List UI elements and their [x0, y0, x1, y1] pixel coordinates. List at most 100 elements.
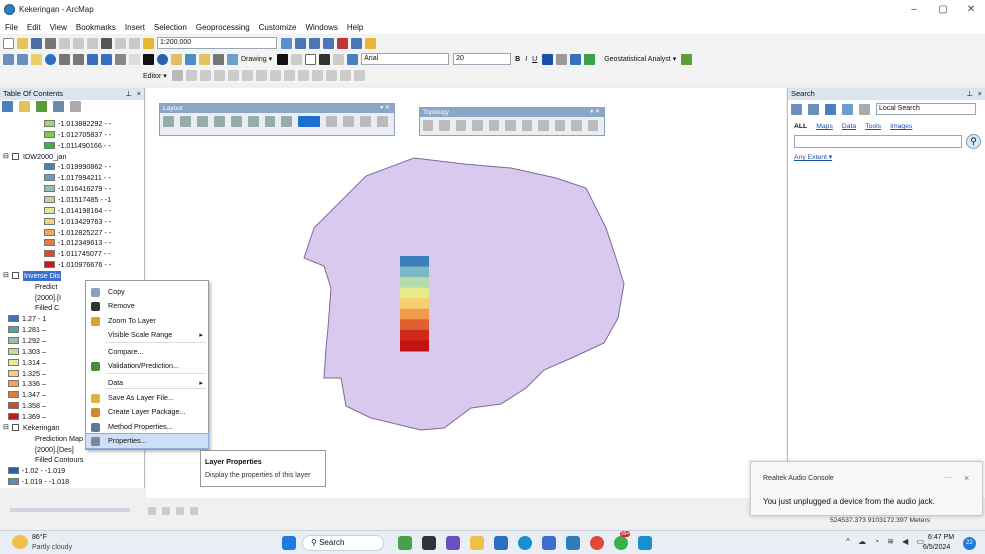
cut-icon[interactable] [59, 37, 70, 49]
print-icon[interactable] [45, 37, 56, 49]
menu-item-create-layer-package[interactable]: Create Layer Package... [86, 405, 208, 419]
toggle-draft-icon[interactable] [326, 116, 338, 127]
menu-edit[interactable]: Edit [27, 23, 41, 32]
edge-icon[interactable] [518, 536, 532, 550]
arcmap-taskbar-icon[interactable] [566, 536, 580, 550]
rotate-icon[interactable] [291, 53, 303, 65]
layer-visibility-checkbox[interactable] [12, 271, 19, 279]
weather-desc[interactable]: Partly cloudy [32, 544, 72, 551]
select-pointer-icon[interactable] [277, 53, 289, 65]
toc-legend-item[interactable]: -1.012705837 - - [0, 130, 144, 140]
change-layout-icon[interactable] [360, 116, 371, 127]
expand-icon[interactable]: ⊟ [3, 152, 9, 162]
layout-zoom-out-icon[interactable] [179, 116, 191, 127]
toast-close-icon[interactable]: × [964, 473, 969, 483]
fixed-zoom-layout-icon[interactable] [247, 116, 259, 127]
go-back-extent-icon[interactable] [264, 116, 276, 127]
zoom-out-icon[interactable] [17, 53, 28, 65]
maximize-button[interactable]: ▢ [929, 3, 957, 17]
chat-icon[interactable] [446, 536, 460, 550]
sketch-properties-icon[interactable] [339, 70, 351, 81]
toc-legend-item[interactable]: Filled Contours [0, 455, 144, 465]
menu-geoprocessing[interactable]: Geoprocessing [196, 23, 250, 32]
show-shared-features-icon[interactable] [505, 120, 516, 131]
search-close-icon[interactable]: × [978, 88, 982, 100]
menu-item-compare[interactable]: Compare... [86, 345, 208, 359]
layer-visibility-checkbox[interactable] [12, 423, 19, 431]
open-icon[interactable] [17, 37, 28, 49]
error-inspector-icon[interactable] [587, 120, 598, 131]
save-icon[interactable] [31, 37, 42, 49]
endpoint-arc-icon[interactable] [213, 70, 225, 81]
menu-item-properties[interactable]: Properties... [85, 433, 209, 449]
clock-date[interactable]: 6/5/2024 [923, 544, 950, 551]
new-icon[interactable] [3, 37, 14, 49]
reshape-icon[interactable] [269, 70, 281, 81]
menu-item-zoom-to-layer[interactable]: Zoom To Layer [86, 314, 208, 328]
topology-edit-icon[interactable] [439, 120, 450, 131]
notification-badge[interactable]: 22 [963, 537, 976, 550]
menu-help[interactable]: Help [347, 23, 363, 32]
attributes-icon[interactable] [325, 70, 337, 81]
menu-item-copy[interactable]: Copy [86, 285, 208, 299]
edit-annotation-icon[interactable] [185, 70, 197, 81]
scale-combo[interactable]: 1:200.000 [157, 37, 277, 49]
toc-legend-item[interactable]: -1.013882292 - - [0, 119, 144, 129]
planarize-icon[interactable] [538, 120, 549, 131]
catalog-window-icon[interactable] [309, 37, 320, 49]
chrome-icon[interactable] [590, 536, 604, 550]
list-by-source-icon[interactable] [19, 101, 30, 112]
menu-bookmarks[interactable]: Bookmarks [76, 23, 116, 32]
font-icon[interactable] [347, 53, 359, 65]
zoom-whole-page-icon[interactable] [213, 116, 225, 127]
cut-polygons-icon[interactable] [283, 70, 295, 81]
toc-legend-item[interactable]: -1.02 - -1.019 [0, 466, 144, 476]
toc-scrollbar[interactable] [10, 508, 130, 512]
font-size-combo[interactable]: 20 [453, 53, 512, 65]
toast-more-icon[interactable]: ··· [944, 473, 952, 482]
list-by-visibility-icon[interactable] [36, 101, 47, 112]
fill-color-icon[interactable] [556, 53, 568, 65]
find-icon[interactable] [171, 53, 182, 65]
map-topology-icon[interactable] [423, 120, 434, 131]
trace-icon[interactable] [227, 70, 239, 81]
menu-item-save-as-layer-file[interactable]: Save As Layer File... [86, 391, 208, 405]
taskbar-search[interactable]: ⚲ Search [302, 535, 384, 551]
minimize-button[interactable]: – [900, 3, 928, 17]
zoom-in-icon[interactable] [3, 53, 14, 65]
back-icon[interactable] [87, 53, 98, 65]
toc-legend-item[interactable]: -1.019 - -1.018 [0, 477, 144, 487]
toc-legend-item[interactable]: -1.01517485 - -1 [0, 195, 144, 205]
model-builder-icon[interactable] [365, 37, 376, 49]
full-extent-icon[interactable] [45, 53, 56, 65]
expand-icon[interactable]: ⊟ [3, 271, 9, 281]
create-features-icon[interactable] [353, 70, 365, 81]
marker-color-icon[interactable] [584, 53, 596, 65]
map-view[interactable]: Layout ▾ ✕ Topology ▾ ✕ [146, 88, 786, 498]
select-features-icon[interactable] [115, 53, 126, 65]
tab-maps[interactable]: Maps [816, 123, 833, 130]
pause-drawing-icon[interactable] [190, 507, 198, 515]
toc-legend-item[interactable]: -1.017994211 - - [0, 173, 144, 183]
edit-vertices-icon[interactable] [255, 70, 267, 81]
data-view-icon[interactable] [148, 507, 156, 515]
toc-window-icon[interactable] [295, 37, 306, 49]
line-color-icon[interactable] [570, 53, 582, 65]
html-popup-icon[interactable] [213, 53, 224, 65]
validate-topology-icon[interactable] [554, 120, 566, 131]
search-input[interactable] [794, 135, 962, 148]
store-icon[interactable] [494, 536, 508, 550]
paste-icon[interactable] [87, 37, 98, 49]
arcgis-icon[interactable] [638, 536, 652, 550]
editor-toolbar-icon[interactable] [281, 37, 292, 49]
menu-item-validation-prediction[interactable]: Validation/Prediction... [86, 359, 208, 373]
modify-edge-icon[interactable] [455, 120, 467, 131]
home-icon[interactable] [825, 103, 836, 115]
copy-tool-icon[interactable] [73, 37, 84, 49]
time-slider-icon[interactable] [227, 53, 238, 65]
toc-options-icon[interactable] [70, 101, 81, 112]
identify-icon[interactable] [157, 53, 168, 65]
toc-legend-item[interactable]: -1.012825227 - - [0, 228, 144, 238]
pan-icon[interactable] [31, 53, 42, 65]
search-scope-combo[interactable]: Local Search [876, 103, 976, 115]
